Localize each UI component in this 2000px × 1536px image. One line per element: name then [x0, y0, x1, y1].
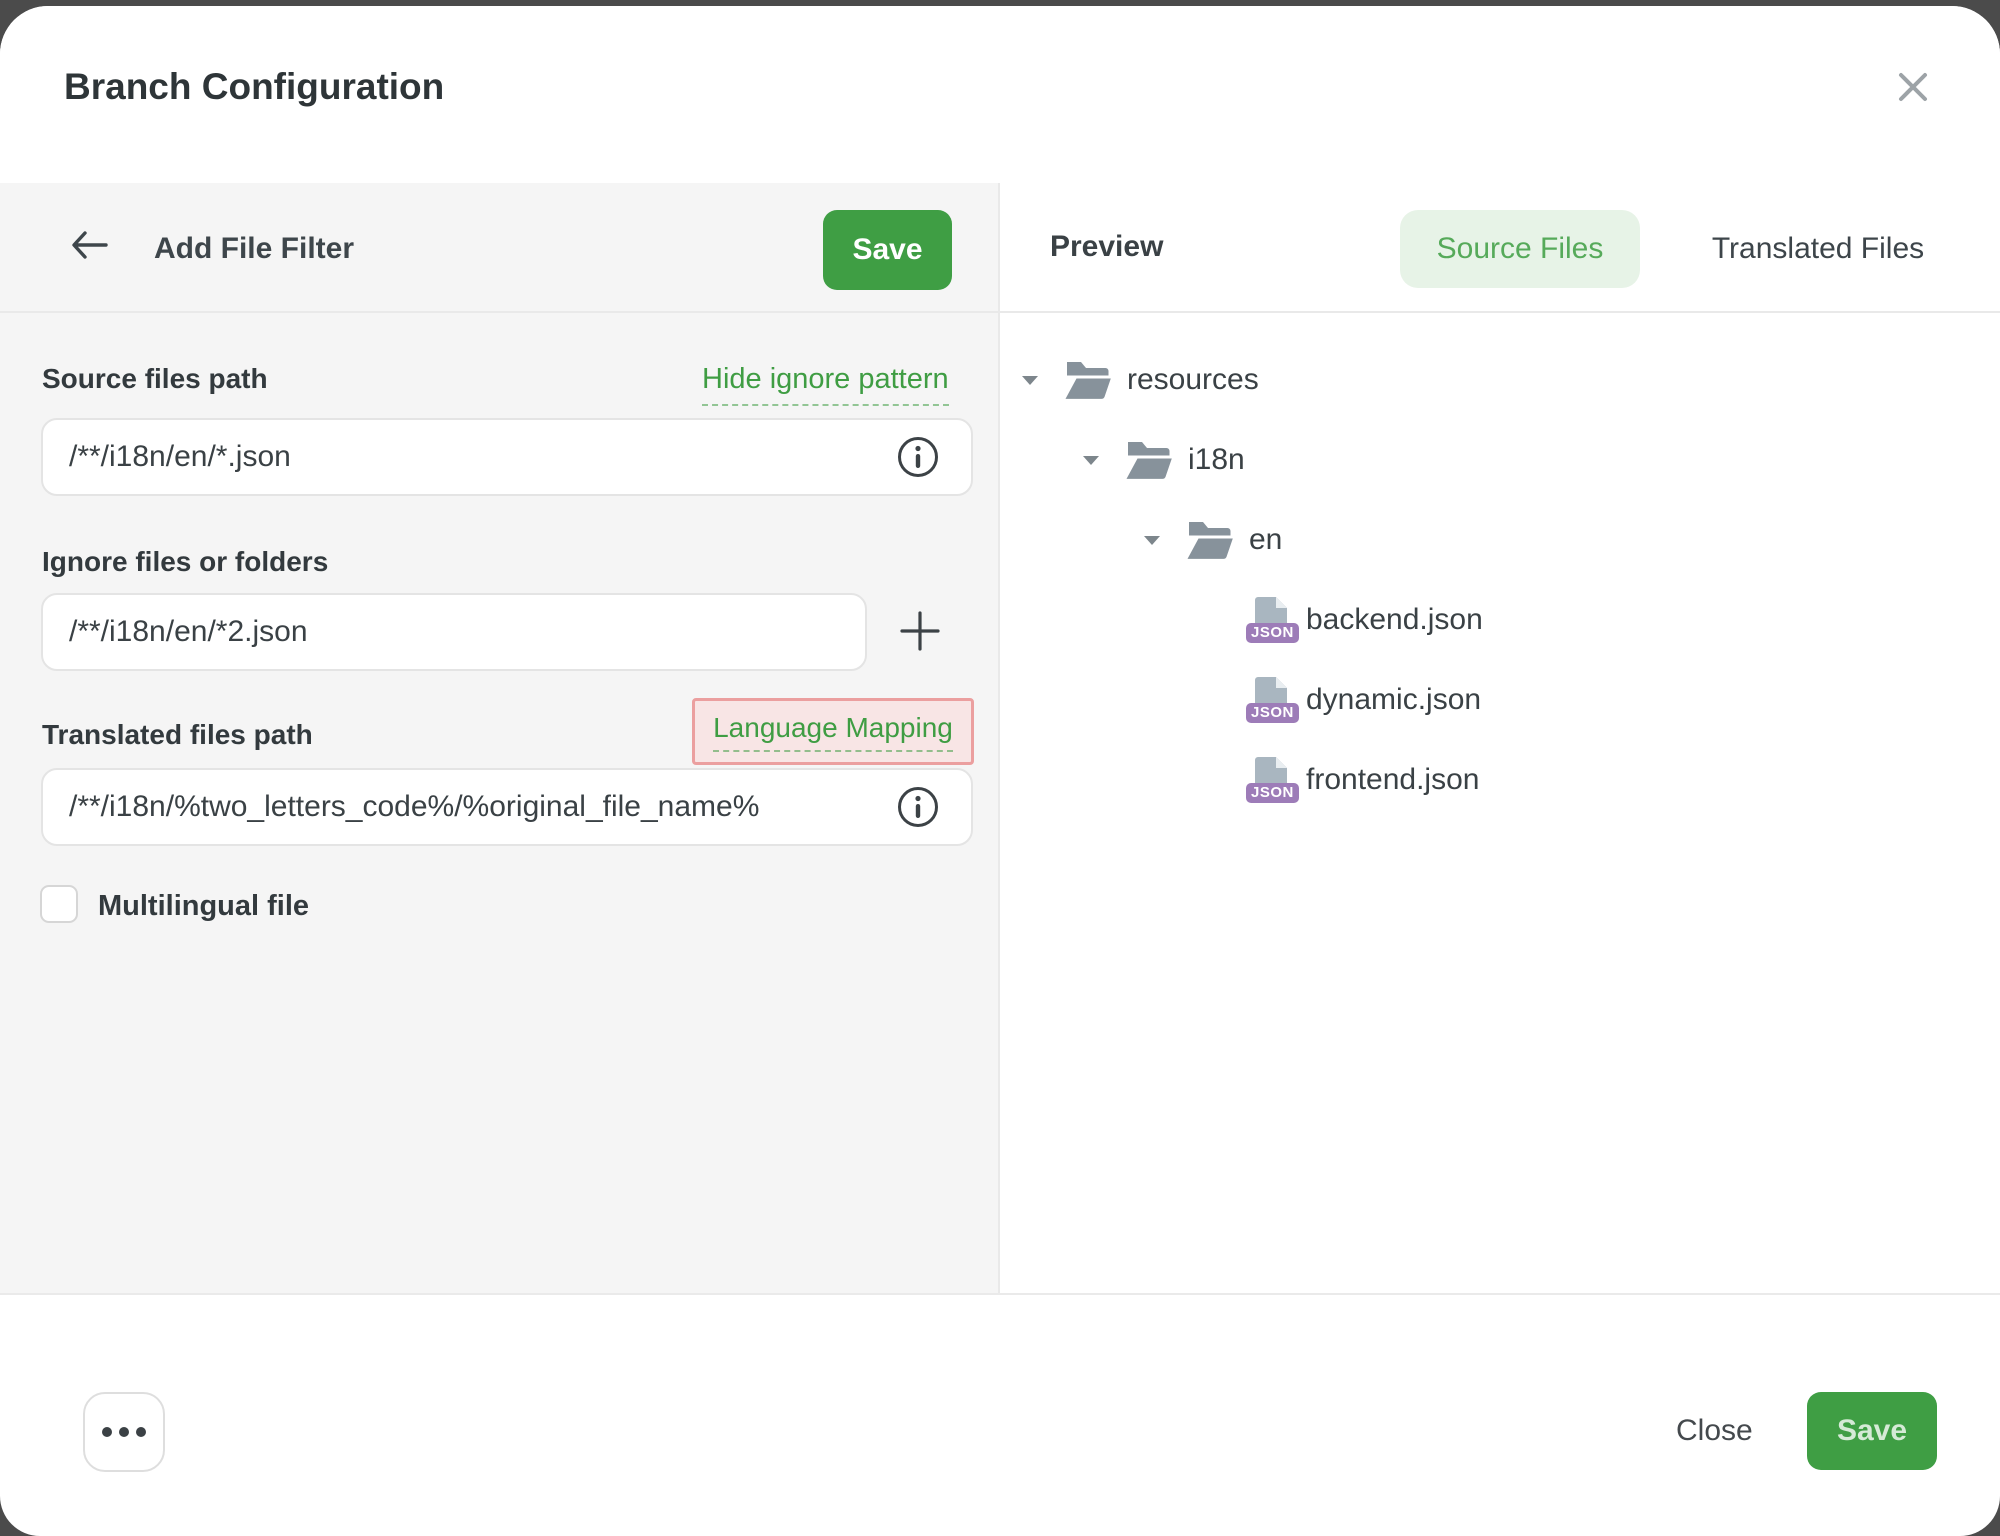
info-icon[interactable] — [896, 785, 940, 829]
title-bar: Branch Configuration — [0, 6, 2000, 185]
tab-source-files[interactable]: Source Files — [1400, 210, 1640, 288]
json-file-icon: JSON — [1246, 677, 1292, 723]
add-ignore-pattern-button[interactable] — [896, 608, 944, 656]
modal-title: Branch Configuration — [64, 66, 444, 108]
save-filter-button[interactable]: Save — [823, 210, 952, 290]
json-file-icon: JSON — [1246, 757, 1292, 803]
folder-open-icon — [1065, 362, 1111, 399]
save-configuration-button[interactable]: Save — [1807, 1392, 1937, 1470]
caret-down-icon[interactable] — [1021, 374, 1039, 386]
x-icon — [1896, 70, 1930, 107]
tree-row-frontend-json[interactable]: JSON frontend.json — [1000, 740, 2000, 820]
tab-translated-files[interactable]: Translated Files — [1698, 210, 1938, 288]
json-badge: JSON — [1246, 623, 1299, 643]
ignore-pattern-input[interactable] — [41, 593, 867, 671]
more-options-button[interactable] — [83, 1392, 165, 1472]
folder-open-icon — [1126, 442, 1172, 479]
tree-item-label: i18n — [1188, 443, 1245, 477]
multilingual-label[interactable]: Multilingual file — [98, 890, 309, 923]
tree-row-backend-json[interactable]: JSON backend.json — [1000, 580, 2000, 660]
translated-path-input[interactable] — [41, 768, 973, 846]
tree-item-label: dynamic.json — [1306, 683, 1481, 717]
back-button[interactable] — [68, 226, 112, 266]
json-badge: JSON — [1246, 783, 1299, 803]
json-badge: JSON — [1246, 703, 1299, 723]
tree-item-label: resources — [1127, 363, 1259, 397]
caret-down-icon[interactable] — [1082, 454, 1100, 466]
tree-row-resources[interactable]: resources — [1000, 340, 2000, 420]
branch-configuration-modal: Branch Configuration Add File Filter — [0, 6, 2000, 1536]
translated-path-label: Translated files path — [42, 719, 313, 751]
screen: Branch Configuration Add File Filter — [0, 0, 2000, 1536]
tree-row-i18n[interactable]: i18n — [1000, 420, 2000, 500]
hide-ignore-pattern-link[interactable]: Hide ignore pattern — [702, 363, 949, 406]
language-mapping-link[interactable]: Language Mapping — [713, 712, 953, 752]
folder-open-icon — [1187, 522, 1233, 559]
json-file-icon: JSON — [1246, 597, 1292, 643]
caret-down-icon[interactable] — [1143, 534, 1161, 546]
language-mapping-highlight: Language Mapping — [692, 698, 974, 765]
footer-divider — [0, 1293, 2000, 1295]
ellipsis-icon — [102, 1427, 112, 1437]
tree-item-label: en — [1249, 523, 1282, 557]
multilingual-checkbox[interactable] — [40, 885, 78, 923]
source-path-label: Source files path — [42, 363, 268, 395]
ignore-label: Ignore files or folders — [42, 546, 328, 578]
info-icon[interactable] — [896, 435, 940, 479]
tree-item-label: frontend.json — [1306, 763, 1479, 797]
close-button[interactable] — [1889, 64, 1937, 112]
arrow-left-icon — [70, 229, 110, 264]
tree-item-label: backend.json — [1306, 603, 1483, 637]
filter-editor-title: Add File Filter — [154, 232, 354, 266]
tree-row-dynamic-json[interactable]: JSON dynamic.json — [1000, 660, 2000, 740]
tree-row-en[interactable]: en — [1000, 500, 2000, 580]
preview-title: Preview — [1050, 230, 1163, 264]
close-modal-button[interactable]: Close — [1676, 1414, 1753, 1448]
plus-icon — [898, 609, 942, 656]
source-path-input[interactable] — [41, 418, 973, 496]
